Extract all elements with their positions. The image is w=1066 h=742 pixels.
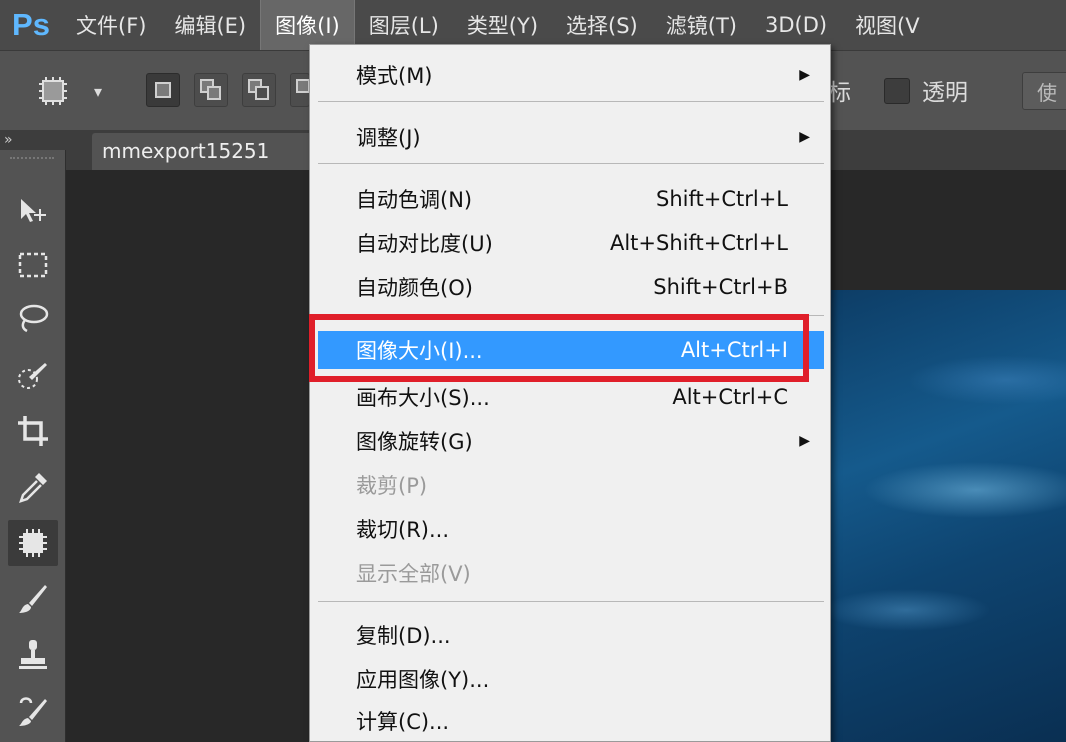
square-icon [155,82,171,98]
menu-item-label: 显示全部(V) [356,562,471,586]
move-icon [21,199,46,222]
menu-separator [318,163,824,164]
menu-item-auto-tone[interactable]: 自动色调(N) Shift+Ctrl+L [318,179,824,219]
image-menu-dropdown: 模式(M) ▶ 调整(J) ▶ 自动色调(N) Shift+Ctrl+L 自动对… [309,44,831,742]
menu-item-shortcut: Alt+Ctrl+C [672,385,788,409]
transparent-label: 透明 [922,80,968,106]
menu-item-label: 图像旋转(G) [356,430,473,454]
menu-filter[interactable]: 滤镜(T) [652,0,751,50]
lasso-tool[interactable] [8,296,58,342]
menu-separator [318,601,824,602]
eyedropper-tool[interactable] [8,464,58,510]
toolbox-grip[interactable] [10,157,54,163]
brush-tool[interactable] [8,576,58,622]
square-icon [255,86,269,100]
rect-marquee-tool[interactable] [8,242,58,288]
history-brush-icon [19,697,47,726]
submenu-arrow-icon: ▶ [799,67,810,83]
menu-item-label: 复制(D)... [356,624,451,648]
rect-marquee-icon [18,252,48,278]
clone-stamp-tool[interactable] [8,632,58,678]
brush-icon [19,585,47,613]
submenu-arrow-icon: ▶ [799,433,810,449]
subtract-selection-button[interactable] [242,73,276,107]
menu-file[interactable]: 文件(F) [62,0,160,50]
lasso-icon [19,304,49,333]
move-tool[interactable] [8,188,58,234]
intersect-selection-button[interactable] [290,73,310,107]
menu-item-label: 裁切(R)... [356,518,450,542]
menu-item-label: 应用图像(Y)... [356,668,490,692]
marquee-icon [39,77,67,105]
annotation-highlight-box [309,314,809,382]
menu-item-reveal-all: 显示全部(V) [318,553,824,593]
menu-edit[interactable]: 编辑(E) [160,0,260,50]
menu-item-trim[interactable]: 裁切(R)... [318,509,824,549]
menu-item-canvas-size[interactable]: 画布大小(S)... Alt+Ctrl+C [318,377,824,417]
document-tab[interactable]: mmexport15251 [92,133,332,171]
menu-item-label: 自动对比度(U) [356,232,493,256]
option-partial-label: 标 [828,80,851,106]
menu-separator [318,101,824,102]
menu-item-duplicate[interactable]: 复制(D)... [318,615,824,655]
crop-tool[interactable] [8,408,58,454]
patch-icon [19,529,47,557]
clone-stamp-icon [19,640,47,669]
menu-item-label: 自动颜色(O) [356,276,473,300]
quick-select-tool[interactable] [8,352,58,398]
transparent-checkbox[interactable] [884,78,910,104]
new-selection-button[interactable] [146,73,180,107]
menu-select[interactable]: 选择(S) [552,0,652,50]
menu-item-calculations[interactable]: 计算(C)... [318,701,824,741]
menu-bar: Ps 文件(F) 编辑(E) 图像(I) 图层(L) 类型(Y) 选择(S) 滤… [0,0,1066,50]
quick-select-icon [18,363,47,389]
menu-item-auto-contrast[interactable]: 自动对比度(U) Alt+Shift+Ctrl+L [318,223,824,263]
menu-item-label: 模式(M) [356,64,433,88]
collapse-panels-icon[interactable]: » [4,132,12,148]
eyedropper-icon [19,473,47,503]
menu-item-auto-color[interactable]: 自动颜色(O) Shift+Ctrl+B [318,267,824,307]
square-icon [207,86,221,100]
square-icon [296,79,310,93]
menu-item-label: 画布大小(S)... [356,386,490,410]
chevron-down-icon: ▾ [94,81,103,101]
menu-item-crop: 裁剪(P) [318,465,824,505]
menu-item-adjust[interactable]: 调整(J) ▶ [318,117,824,157]
menu-item-shortcut: Shift+Ctrl+B [653,275,788,299]
tool-preset-picker[interactable]: ▾ [36,74,120,108]
history-brush-tool[interactable] [8,688,58,734]
menu-item-shortcut: Alt+Shift+Ctrl+L [609,231,788,255]
menu-item-mode[interactable]: 模式(M) ▶ [318,55,824,95]
document-image[interactable] [826,290,1066,742]
menu-layer[interactable]: 图层(L) [355,0,453,50]
menu-item-shortcut: Shift+Ctrl+L [656,187,788,211]
add-selection-button[interactable] [194,73,228,107]
photoshop-logo[interactable]: Ps [0,0,62,50]
menu-image[interactable]: 图像(I) [260,0,355,50]
menu-view[interactable]: 视图(V [841,0,934,50]
submenu-arrow-icon: ▶ [799,129,810,145]
menu-type[interactable]: 类型(Y) [453,0,552,50]
crop-icon [18,416,48,446]
patch-tool[interactable] [8,520,58,566]
menu-item-label: 裁剪(P) [356,474,428,498]
menu-item-label: 自动色调(N) [356,188,473,212]
menu-item-label: 调整(J) [356,126,421,150]
menu-3d[interactable]: 3D(D) [751,0,841,50]
menu-item-label: 计算(C)... [356,710,450,734]
options-right-button[interactable]: 使 [1022,72,1066,110]
menu-item-apply-image[interactable]: 应用图像(Y)... [318,659,824,699]
menu-item-image-rotation[interactable]: 图像旋转(G) ▶ [318,421,824,461]
